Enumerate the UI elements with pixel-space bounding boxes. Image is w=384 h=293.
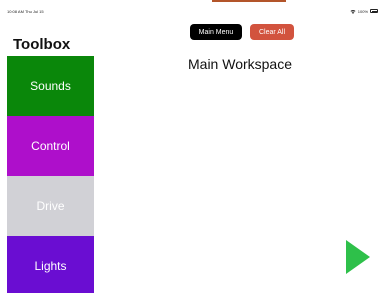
battery-percentage: 100% — [357, 8, 368, 14]
toolbox-title: Toolbox — [13, 36, 71, 53]
status-indicators: 100% — [350, 8, 378, 14]
toolbox-item-lights[interactable]: Lights — [7, 236, 94, 293]
battery-icon — [370, 9, 378, 13]
play-icon — [346, 240, 370, 274]
toolbox-palette: Sounds Control Drive Lights — [7, 56, 94, 293]
main-menu-button[interactable]: Main Menu — [190, 24, 242, 40]
play-button[interactable] — [346, 240, 370, 274]
workspace-title: Main Workspace — [188, 56, 293, 72]
wifi-icon — [350, 9, 356, 14]
top-accent-bar — [212, 0, 286, 2]
toolbox-item-drive[interactable]: Drive — [7, 176, 94, 236]
clear-all-button[interactable]: Clear All — [250, 24, 294, 40]
status-time: 10:08 AM Thu Jul 15 — [7, 9, 44, 14]
toolbox-item-sounds[interactable]: Sounds — [7, 56, 94, 116]
status-bar: 10:08 AM Thu Jul 15 100% — [0, 0, 384, 16]
toolbox-item-control[interactable]: Control — [7, 116, 94, 176]
